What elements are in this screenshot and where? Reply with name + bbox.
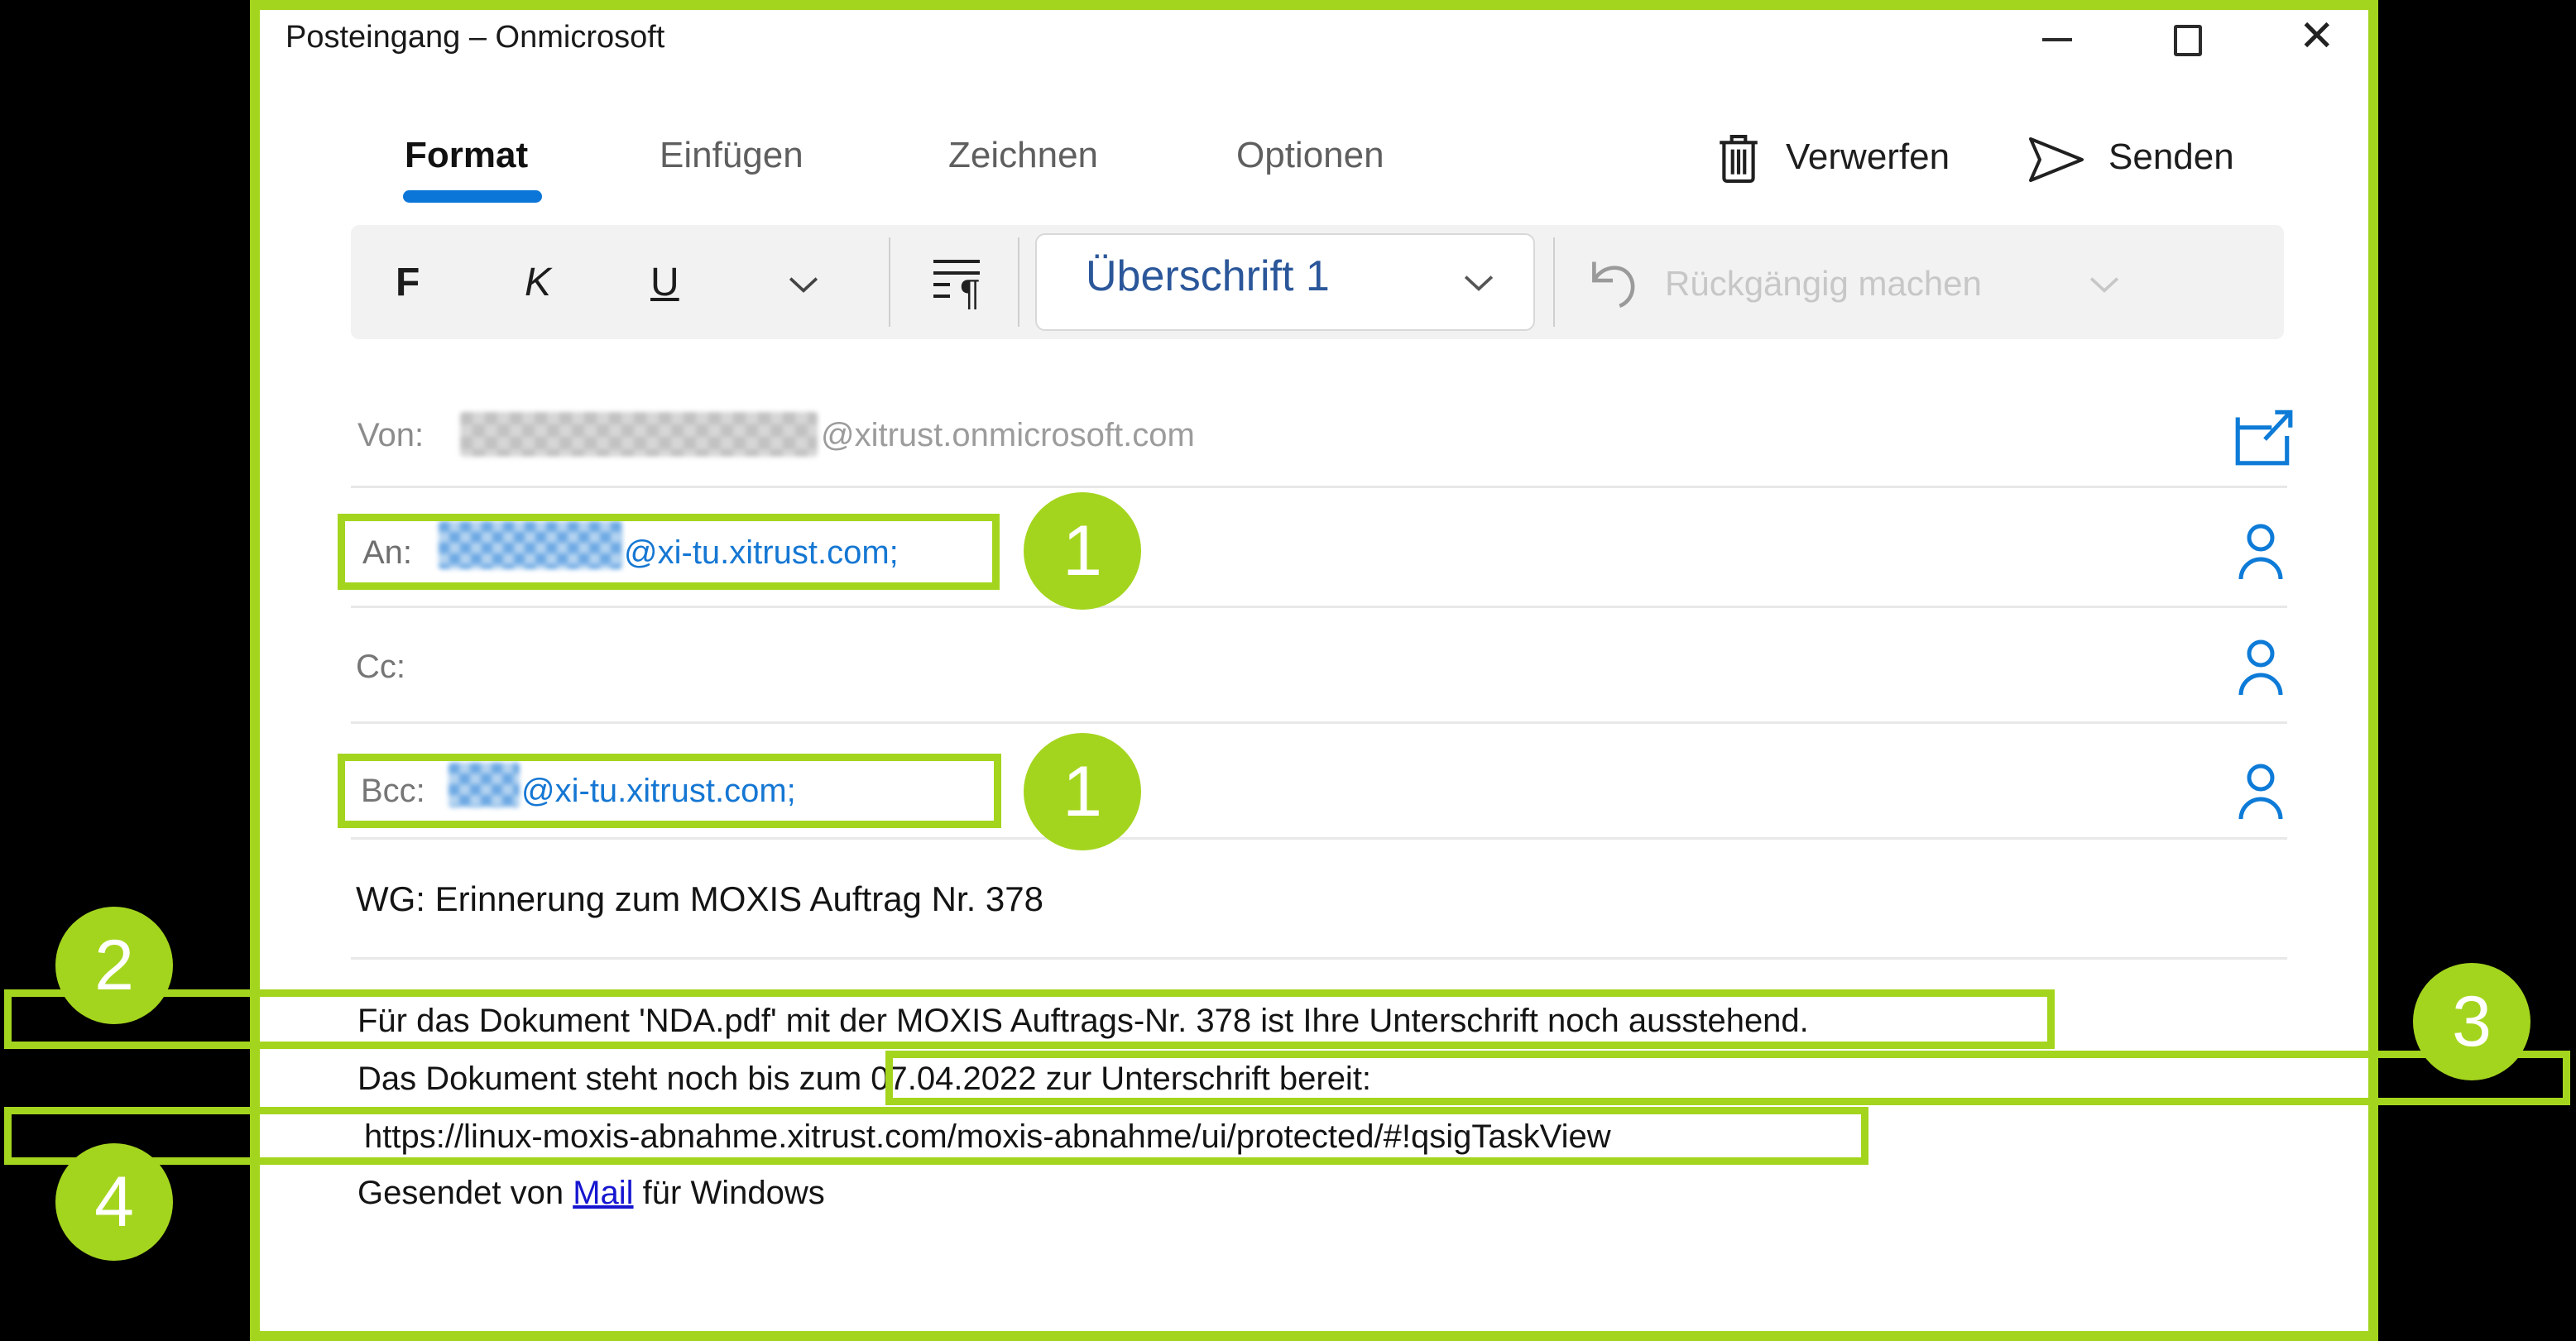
redacted-from-address [460,412,818,457]
toolbar-divider [889,237,890,327]
tab-format[interactable]: Format [405,137,528,174]
callout-4: 4 [55,1143,173,1261]
tab-zeichnen[interactable]: Zeichnen [948,137,1098,174]
from-address-domain: @xitrust.onmicrosoft.com [821,419,1195,452]
tab-optionen[interactable]: Optionen [1236,137,1384,174]
undo-button[interactable]: Rückgängig machen [1665,266,1982,301]
tab-einfuegen[interactable]: Einfügen [660,137,804,174]
callout-2: 2 [55,907,173,1024]
chevron-down-icon[interactable] [788,275,819,295]
subject-line[interactable]: WG: Erinnerung zum MOXIS Auftrag Nr. 378 [356,882,1043,917]
toolbar-divider [1553,237,1555,327]
person-icon[interactable] [2234,635,2287,698]
close-icon[interactable]: ✕ [2299,15,2335,58]
annotation-box-bcc-field [338,754,1001,828]
callout-3: 3 [2413,963,2530,1080]
field-divider [351,721,2287,724]
italic-button[interactable]: K [525,263,551,303]
style-dropdown-value: Überschrift 1 [1086,255,1330,298]
callout-1-to: 1 [1024,492,1141,610]
svg-text:¶: ¶ [960,271,981,309]
toolbar-divider [1018,237,1019,327]
annotation-box-deadline [885,1051,2570,1105]
body-line-signature: Gesendet von Mail für Windows [357,1176,825,1209]
popout-icon[interactable] [2231,402,2295,468]
annotation-box-url [4,1107,1868,1165]
active-tab-indicator [403,190,542,203]
trash-icon[interactable] [1715,131,1763,185]
send-button[interactable]: Senden [2108,139,2234,175]
minimize-icon[interactable] [2042,38,2072,41]
field-divider [351,606,2287,608]
annotation-box-to-field [338,514,1000,590]
window-title: Posteingang – Onmicrosoft [285,22,664,53]
undo-icon[interactable] [1585,248,1640,309]
field-divider [351,486,2287,488]
chevron-down-icon[interactable] [1463,273,1494,293]
send-icon[interactable] [2026,136,2089,184]
bold-button[interactable]: F [396,263,420,303]
signature-suffix: für Windows [634,1175,825,1211]
chevron-down-icon[interactable] [2089,275,2120,295]
field-divider [351,837,2287,840]
maximize-icon[interactable] [2174,25,2202,56]
signature-prefix: Gesendet von [357,1175,573,1211]
field-divider [351,957,2287,960]
from-label: Von: [357,419,424,452]
paragraph-format-icon[interactable]: ¶ [928,255,1000,309]
person-icon[interactable] [2234,759,2287,822]
mail-app-link[interactable]: Mail [573,1175,633,1211]
discard-button[interactable]: Verwerfen [1786,139,1950,175]
annotation-box-reminder-line [4,989,2055,1049]
underline-button[interactable]: U [650,263,679,303]
screen: Posteingang – Onmicrosoft ✕ Format Einfü… [0,0,2576,1341]
person-icon[interactable] [2234,520,2287,582]
callout-1-bcc: 1 [1024,733,1141,850]
deadline-prefix: Das Dokument steht noch bis zum [357,1061,871,1097]
cc-label[interactable]: Cc: [356,650,405,683]
